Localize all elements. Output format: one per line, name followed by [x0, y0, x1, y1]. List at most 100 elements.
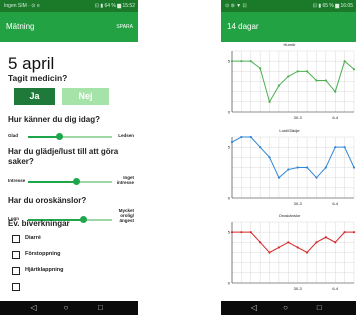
nav-bar: ◁ ○ □ [221, 301, 356, 315]
feel-thumb[interactable] [56, 133, 64, 140]
status-bar: ⊙ ⊚ ▼ ⊡ ⊡ ▮ 65 % ▆ 16:05 [221, 0, 356, 12]
app-title: 14 dagar [227, 22, 259, 31]
back-icon[interactable]: ◁ [30, 303, 36, 313]
checkbox-box[interactable] [12, 267, 20, 275]
data-point [240, 135, 243, 139]
home-icon[interactable]: ○ [63, 303, 68, 313]
data-point [315, 79, 318, 82]
data-point [343, 146, 346, 149]
data-point [324, 166, 327, 169]
feel-high-label: Ledsen [118, 133, 134, 138]
joy-question-line1: Har du glädje/lust till att göra [8, 147, 119, 156]
data-point [259, 241, 262, 244]
data-point [249, 60, 252, 63]
data-point [315, 241, 318, 244]
history-screen: ⊙ ⊚ ▼ ⊡ ⊡ ▮ 65 % ▆ 16:05 14 dagar Humör … [221, 0, 356, 315]
back-icon[interactable]: ◁ [251, 303, 257, 313]
joy-chart-svg: 5 0 30-3 6-4 [228, 135, 356, 206]
status-left: ⊙ ⊚ ▼ ⊡ [225, 3, 247, 9]
joy-high-line2: intresse [116, 180, 134, 185]
feel-track[interactable] [28, 133, 112, 140]
checkbox-box[interactable] [12, 235, 20, 243]
side-effects-title: Ev. biverkningar [8, 219, 70, 228]
joy-track[interactable] [28, 178, 112, 185]
no-button[interactable]: Nej [62, 88, 109, 105]
joy-low-label: Intresse [8, 178, 26, 183]
recent-apps-icon[interactable]: □ [317, 303, 322, 313]
anxiety-high-line3: ängest [119, 218, 134, 223]
data-point [230, 60, 234, 63]
data-point [287, 75, 290, 78]
joy-slider[interactable]: Intresse Inget intresse [8, 175, 134, 187]
medicine-question: Tagit medicin? [8, 73, 68, 83]
y-tick-label: 5 [228, 59, 231, 64]
date-heading: 5 april [8, 54, 55, 73]
checkbox-label: Hjärtklappning [25, 267, 64, 273]
app-bar: Mätning SPARA [0, 12, 138, 42]
data-point [296, 70, 299, 73]
data-point [352, 68, 356, 71]
anxiety-high-label: Mycket orolig/ängest [119, 208, 134, 223]
checkbox-box[interactable] [12, 251, 20, 259]
data-point [230, 140, 234, 144]
data-point [240, 60, 243, 63]
data-point [268, 156, 271, 159]
data-point [315, 176, 318, 179]
data-point [268, 100, 271, 103]
x-tick-label: 6-4 [332, 286, 339, 291]
y-tick-label: 0 [228, 281, 231, 286]
app-title: Mätning [6, 22, 35, 31]
data-point [296, 246, 299, 249]
data-point [287, 168, 290, 171]
x-tick-label: 30-3 [294, 286, 303, 291]
checkbox-label: Förstoppning [25, 251, 61, 257]
data-point [305, 251, 309, 254]
joy-question-line2: saker? [8, 157, 34, 166]
y-tick-label: 5 [228, 230, 231, 235]
yes-button[interactable]: Ja [14, 88, 55, 105]
x-tick-label: 30-3 [294, 115, 303, 120]
data-point [268, 251, 271, 254]
measurement-screen: Ingen SIM · ⊙ ≡ ⊡ ▮ 64 % ▆ 15:52 Mätning… [0, 0, 138, 315]
status-right: ⊡ ▮ 65 % ▆ 16:05 [312, 3, 353, 9]
save-button[interactable]: SPARA [116, 24, 133, 30]
data-point [230, 231, 234, 234]
data-point [296, 166, 299, 169]
x-tick-label: 6-4 [332, 115, 339, 120]
feel-low-label: Glad [8, 133, 19, 138]
nav-bar: ◁ ○ □ [0, 301, 138, 315]
anxiety-chart: Oroskänslor 5 0 30-3 6-4 [223, 213, 356, 303]
y-tick-label: 0 [228, 110, 231, 115]
data-point [343, 60, 346, 63]
data-point [277, 176, 281, 179]
status-bar: Ingen SIM · ⊙ ≡ ⊡ ▮ 64 % ▆ 15:52 [0, 0, 138, 12]
joy-thumb[interactable] [73, 178, 81, 185]
home-icon[interactable]: ○ [283, 303, 288, 313]
data-point [305, 166, 309, 169]
joy-chart: Lust/Glädje 5 0 30-3 6-4 [223, 128, 356, 218]
recent-apps-icon[interactable]: □ [98, 303, 103, 313]
anxiety-question: Har du oroskänslor? [8, 196, 87, 205]
data-point [249, 135, 252, 139]
data-point [259, 67, 262, 70]
y-tick-label: 0 [228, 196, 231, 201]
data-point [343, 231, 346, 234]
checkbox-box[interactable] [12, 283, 20, 291]
anxiety-chart-svg: 5 0 30-3 6-4 [228, 221, 356, 291]
joy-high-label: Inget intresse [117, 175, 134, 185]
status-left: Ingen SIM · ⊙ ≡ [4, 3, 40, 9]
data-point [305, 70, 309, 73]
data-point [324, 236, 327, 239]
x-tick-label: 30-3 [294, 201, 303, 206]
app-bar: 14 dagar [221, 12, 356, 42]
feel-fill [28, 136, 60, 138]
feel-question: Hur känner du dig idag? [8, 115, 101, 124]
feel-slider[interactable]: Glad Ledsen [8, 130, 134, 142]
status-right: ⊡ ▮ 64 % ▆ 15:52 [94, 3, 135, 9]
anxiety-thumb[interactable] [79, 216, 87, 223]
data-point [352, 231, 356, 234]
joy-fill [28, 181, 77, 183]
data-point [324, 79, 327, 82]
data-point [249, 231, 252, 234]
mood-chart: Humör 5 0 30-3 6-4 [223, 42, 356, 132]
